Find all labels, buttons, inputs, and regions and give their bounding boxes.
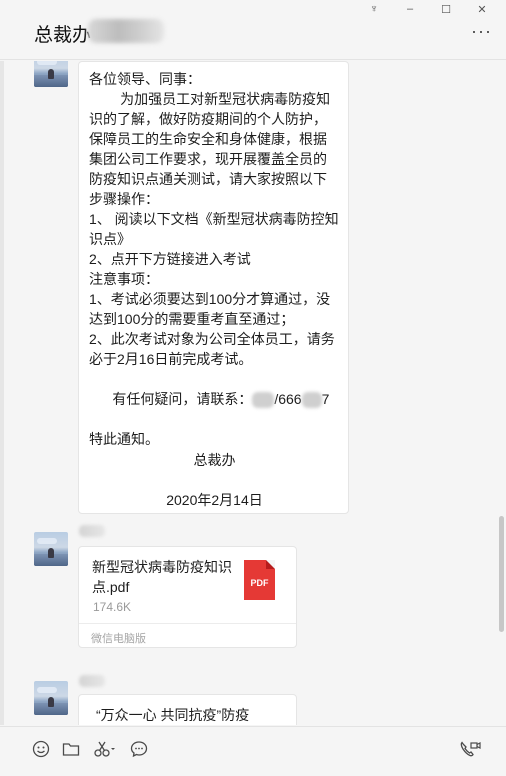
- file-size: 174.6K: [93, 600, 132, 614]
- file-name: 新型冠状病毒防疫知识点.pdf: [92, 559, 232, 595]
- pin-icon[interactable]: ♆: [356, 0, 392, 18]
- window-controls: ♆ – ☐ ✕: [356, 0, 500, 18]
- chat-title: 总裁办: [34, 25, 92, 46]
- redacted-chat-name: [88, 19, 164, 43]
- redacted-contact-name: [252, 392, 275, 409]
- notice-line: 达到100分的需要重考直至通过；: [89, 311, 295, 327]
- more-options-button[interactable]: ···: [471, 22, 492, 40]
- notice-line: 必于2月16日前完成考试。: [89, 351, 253, 367]
- input-toolbar: [0, 726, 506, 776]
- notice-line: 保障员工的生命安全和身体健康，根据: [89, 131, 327, 147]
- message-bubble-notice[interactable]: 各位领导、同事： 为加强员工对新型冠状病毒防疫知 识的了解，做好防疫期间的个人防护…: [78, 61, 349, 514]
- notice-line: 防疫知识点通关测试，请大家按照以下: [89, 171, 327, 187]
- notice-line: 2、点开下方链接进入考试: [89, 251, 251, 267]
- redacted-sender-name: [79, 525, 105, 537]
- notice-date: 2020年2月14日: [166, 492, 263, 508]
- title-bar: ♆ – ☐ ✕ 总裁办 ···: [0, 0, 506, 60]
- notice-line: 1、 阅读以下文档《新型冠状病毒防控知: [89, 211, 339, 227]
- minimize-button[interactable]: –: [392, 0, 428, 18]
- link-preview-title: “万众一心 共同抗疫”防疫: [96, 707, 250, 723]
- notice-line: 2、此次考试对象为公司全体员工，请务: [89, 331, 335, 347]
- sender-avatar[interactable]: [34, 532, 68, 566]
- folder-icon[interactable]: [61, 739, 81, 759]
- close-button[interactable]: ✕: [464, 0, 500, 18]
- chat-scrollbar[interactable]: [499, 516, 504, 632]
- notice-text: 各位领导、同事： 为加强员工对新型冠状病毒防疫知 识的了解，做好防疫期间的个人防护…: [89, 69, 339, 369]
- notice-line: 为加强员工对新型冠状病毒防疫知: [89, 91, 331, 107]
- file-message-card[interactable]: 新型冠状病毒防疫知识点.pdf 174.6K PDF 微信电脑版: [78, 546, 297, 648]
- chat-history-icon[interactable]: [129, 739, 149, 759]
- notice-line: 步骤操作：: [89, 191, 159, 207]
- notice-line: 集团公司工作要求，现开展覆盖全员的: [89, 151, 327, 167]
- sender-avatar[interactable]: [34, 681, 68, 715]
- notice-line: 注意事项：: [89, 271, 159, 287]
- notice-line: 1、考试必须要达到100分才算通过，没: [89, 291, 331, 307]
- file-source-footer: 微信电脑版: [79, 623, 296, 648]
- message-bubble-link[interactable]: “万众一心 共同抗疫”防疫: [78, 694, 297, 725]
- closing-line: 特此通知。: [89, 431, 159, 447]
- notice-line: 各位领导、同事：: [89, 71, 201, 87]
- redacted-contact-digits: [301, 392, 322, 409]
- notice-signature: 总裁办: [193, 452, 236, 468]
- screenshot-scissors-icon[interactable]: [92, 739, 118, 759]
- voice-video-call-icon[interactable]: [459, 739, 481, 759]
- emoji-icon[interactable]: [31, 739, 51, 759]
- sender-avatar[interactable]: [34, 61, 68, 87]
- contact-line: 有任何疑问，请联系：/666 7: [112, 391, 330, 409]
- notice-line: 识点》: [89, 231, 131, 247]
- pdf-file-icon: PDF: [244, 560, 275, 600]
- maximize-button[interactable]: ☐: [428, 0, 464, 18]
- file-source-label: 微信电脑版: [91, 633, 146, 645]
- redacted-sender-name: [79, 675, 105, 687]
- notice-line: 识的了解，做好防疫期间的个人防护，: [89, 111, 327, 127]
- chat-message-list[interactable]: 各位领导、同事： 为加强员工对新型冠状病毒防疫知 识的了解，做好防疫期间的个人防护…: [0, 61, 506, 725]
